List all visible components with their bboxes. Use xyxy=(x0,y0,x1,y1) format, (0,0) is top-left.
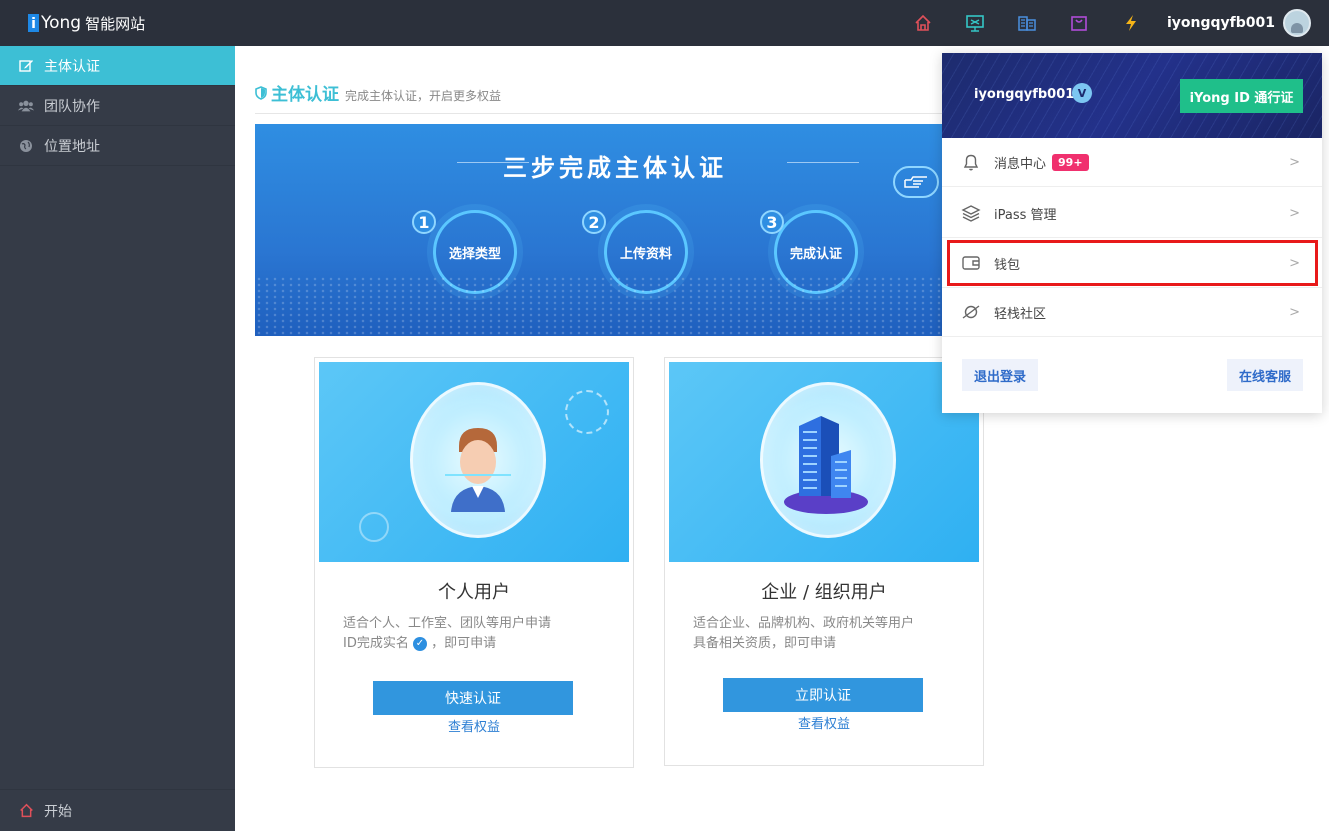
desc-line: 适合个人、工作室、团队等用户申请 xyxy=(343,616,552,631)
step-label: 完成认证 xyxy=(789,246,842,262)
top-icons: iyongqyfb001 xyxy=(897,0,1329,46)
bag-icon[interactable] xyxy=(1069,13,1089,33)
decor-ring xyxy=(565,390,609,434)
menu-item-label: 消息中心 xyxy=(994,156,1047,172)
app-logo[interactable]: i Yong 智能网站 xyxy=(28,13,145,34)
menu-item-label: 轻栈社区 xyxy=(994,306,1047,322)
building-icon xyxy=(784,416,868,514)
steps-banner: 三步完成主体认证 选择类型 1 上传资料 2 完成认证 3 xyxy=(255,124,975,336)
desc-line: 具备相关资质，即可申请 xyxy=(693,636,837,651)
top-bar: i Yong 智能网站 iyongqyfb001 xyxy=(0,0,1329,46)
menu-item-community[interactable]: 轻栈社区 > xyxy=(942,288,1322,337)
sidebar-item-location[interactable]: 位置地址 xyxy=(0,126,235,166)
step-number-3: 3 xyxy=(760,210,784,234)
user-dropdown: iyongqyfb001 V iYong ID 通行证 消息中心 99+ > i… xyxy=(942,53,1322,413)
sidebar-start[interactable]: 开始 xyxy=(0,789,235,831)
verify-now-button[interactable]: 立即认证 xyxy=(723,678,923,712)
home-icon xyxy=(18,803,34,819)
logo-subtitle: 智能网站 xyxy=(85,14,146,33)
enterprise-illustration xyxy=(669,362,979,562)
page-subtitle: 完成主体认证，开启更多权益 xyxy=(345,89,502,103)
sidebar-item-label: 主体认证 xyxy=(44,58,100,75)
card-title: 个人用户 xyxy=(438,582,510,603)
logo-mark: i xyxy=(28,14,39,32)
sidebar-item-team[interactable]: 团队协作 xyxy=(0,86,235,126)
edit-icon xyxy=(18,58,34,74)
step-label: 选择类型 xyxy=(448,246,501,262)
desc-line: ID完成实名 ✓ ，即可申请 xyxy=(343,634,603,654)
banner-dots-decoration xyxy=(255,276,975,336)
building-icon[interactable] xyxy=(1017,13,1037,33)
sidebar: 主体认证 团队协作 位置地址 开始 xyxy=(0,46,235,831)
dropdown-header: iyongqyfb001 V iYong ID 通行证 xyxy=(942,53,1322,138)
banner-title: 三步完成主体认证 xyxy=(503,154,727,182)
chevron-right-icon: > xyxy=(1289,205,1300,221)
globe-icon xyxy=(18,138,34,154)
person-icon xyxy=(445,428,511,512)
step-number-2: 2 xyxy=(582,210,606,234)
page-header: 主体认证 完成主体认证，开启更多权益 xyxy=(255,80,501,105)
online-support-button[interactable]: 在线客服 xyxy=(1227,359,1303,391)
divider xyxy=(255,113,975,114)
sidebar-item-label: 团队协作 xyxy=(44,98,100,115)
card-title: 企业 / 组织用户 xyxy=(761,582,887,603)
team-icon xyxy=(18,98,34,114)
unread-count-badge: 99+ xyxy=(1052,153,1089,171)
lightning-icon[interactable] xyxy=(1121,13,1141,33)
planet-icon xyxy=(960,301,982,323)
quick-verify-button[interactable]: 快速认证 xyxy=(373,681,573,715)
home-icon[interactable] xyxy=(913,13,933,33)
logo-name: Yong xyxy=(41,13,82,33)
menu-item-messages[interactable]: 消息中心 99+ > xyxy=(942,138,1322,187)
sidebar-item-label: 位置地址 xyxy=(44,138,100,155)
chevron-right-icon: > xyxy=(1289,154,1300,170)
card-enterprise: 企业 / 组织用户 适合企业、品牌机构、政府机关等用户 具备相关资质，即可申请 … xyxy=(664,357,984,766)
layers-icon xyxy=(960,202,982,224)
decor-ring xyxy=(359,512,389,542)
page-title: 主体认证 xyxy=(271,85,339,105)
menu-item-label: iPass 管理 xyxy=(994,207,1057,223)
desc-text: ，即可申请 xyxy=(431,636,497,651)
menu-item-ipass[interactable]: iPass 管理 > xyxy=(942,189,1322,238)
username[interactable]: iyongqyfb001 xyxy=(1167,15,1275,31)
view-benefits-link[interactable]: 查看权益 xyxy=(665,713,983,732)
verified-badge-icon: V xyxy=(1072,83,1092,103)
card-personal: 个人用户 适合个人、工作室、团队等用户申请 ID完成实名 ✓ ，即可申请 快速认… xyxy=(314,357,634,768)
iyong-id-button[interactable]: iYong ID 通行证 xyxy=(1180,79,1303,113)
step-label: 上传资料 xyxy=(619,246,672,262)
bell-icon xyxy=(960,151,982,173)
card-description: 适合个人、工作室、团队等用户申请 ID完成实名 ✓ ，即可申请 xyxy=(343,614,603,654)
sidebar-item-entity-verification[interactable]: 主体认证 xyxy=(0,46,235,86)
view-benefits-link[interactable]: 查看权益 xyxy=(315,716,633,735)
monitor-icon[interactable] xyxy=(965,13,985,33)
logout-button[interactable]: 退出登录 xyxy=(962,359,1038,391)
wallet-highlight-box xyxy=(947,240,1318,286)
check-icon: ✓ xyxy=(413,636,427,651)
desc-text: ID完成实名 xyxy=(343,636,409,651)
avatar[interactable] xyxy=(1283,9,1311,37)
desc-line: 适合企业、品牌机构、政府机关等用户 xyxy=(693,616,915,631)
step-number-1: 1 xyxy=(412,210,436,234)
pointing-hand-icon[interactable] xyxy=(893,166,939,198)
chevron-right-icon: > xyxy=(1289,304,1300,320)
card-description: 适合企业、品牌机构、政府机关等用户 具备相关资质，即可申请 xyxy=(693,614,953,654)
personal-illustration xyxy=(319,362,629,562)
sidebar-start-label: 开始 xyxy=(44,803,72,820)
shield-icon xyxy=(255,86,267,104)
dropdown-username: iyongqyfb001 xyxy=(974,87,1075,102)
